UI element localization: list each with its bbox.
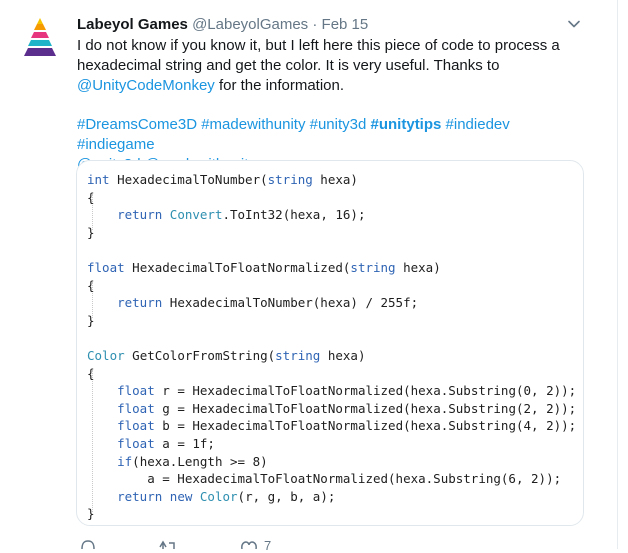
code-token: hexa) <box>312 172 358 187</box>
code-token: string <box>267 172 313 187</box>
hashtag-link[interactable]: #DreamsCome3D <box>77 116 197 133</box>
code-line: float HexadecimalToFloatNormalized(strin… <box>87 260 441 275</box>
code-line: { <box>87 278 95 293</box>
code-line: } <box>87 313 95 328</box>
code-token: float <box>117 383 155 399</box>
code-token: .ToInt32(hexa, 16); <box>222 207 366 223</box>
code-line: return HexadecimalToNumber(hexa) / 255f; <box>87 295 418 310</box>
code-line: { <box>87 366 95 381</box>
code-line: if(hexa.Length >= 8) <box>87 454 268 469</box>
hashtag-link[interactable]: #indiedev <box>446 116 510 133</box>
code-token: a = 1f; <box>154 435 215 451</box>
code-token: (r, g, b, a); <box>237 488 336 504</box>
code-token: r = HexadecimalToFloatNormalized(hexa.Su… <box>154 383 577 399</box>
retweet-icon[interactable] <box>158 538 178 549</box>
tweet-text-part2: for the information. <box>214 77 345 94</box>
header-separator: · <box>312 16 318 33</box>
tweet-date[interactable]: Feb 15 <box>322 16 369 33</box>
code-token: string <box>275 347 321 363</box>
code-line: { <box>87 190 95 205</box>
code-token: } <box>87 506 95 522</box>
author-handle[interactable]: @LabeyolGames <box>192 16 308 33</box>
code-line: } <box>87 225 95 240</box>
hashtag-link[interactable]: #unitytips <box>371 116 442 133</box>
author-name[interactable]: Labeyol Games <box>77 16 188 33</box>
code-token: hexa) <box>395 259 441 275</box>
code-line: } <box>87 506 95 521</box>
code-line: return new Color(r, g, b, a); <box>87 489 335 504</box>
code-line: float r = HexadecimalToFloatNormalized(h… <box>87 383 576 398</box>
mention-link[interactable]: @UnityCodeMonkey <box>77 77 215 94</box>
code-token: float <box>117 400 155 416</box>
code-token: Color <box>87 347 125 363</box>
tweet-header: Labeyol Games @LabeyolGames · Feb 15 <box>77 16 368 33</box>
code-token: float <box>87 259 125 275</box>
code-block: int HexadecimalToNumber(string hexa) { r… <box>87 171 576 523</box>
code-token: float <box>117 418 155 434</box>
code-line: a = HexadecimalToFloatNormalized(hexa.Su… <box>87 471 561 486</box>
tweet-text-part1: I do not know if you know it, but I left… <box>77 37 560 74</box>
code-token: return <box>117 207 163 223</box>
code-line: Color GetColorFromString(string hexa) <box>87 348 365 363</box>
code-token: { <box>87 277 95 293</box>
chevron-down-icon[interactable] <box>566 16 582 32</box>
code-token: (hexa.Length >= 8) <box>132 453 268 469</box>
hashtag-link[interactable]: #madewithunity <box>201 116 305 133</box>
code-line: float g = HexadecimalToFloatNormalized(h… <box>87 401 576 416</box>
code-token: int <box>87 172 110 187</box>
code-token: b = HexadecimalToFloatNormalized(hexa.Su… <box>154 418 577 434</box>
code-token: HexadecimalToNumber(hexa) / 255f; <box>162 295 419 311</box>
code-token: return <box>117 488 163 504</box>
code-token: if <box>117 453 133 469</box>
heart-icon[interactable] <box>240 538 258 549</box>
code-token: GetColorFromString( <box>124 347 276 363</box>
code-token: HexadecimalToNumber( <box>109 172 268 187</box>
like-count: 7 <box>264 538 272 553</box>
code-image[interactable]: int HexadecimalToNumber(string hexa) { r… <box>76 160 584 526</box>
code-token: hexa) <box>320 347 366 363</box>
hashtag-link[interactable]: #unity3d <box>310 116 367 133</box>
code-token: return <box>117 295 163 311</box>
code-line: float b = HexadecimalToFloatNormalized(h… <box>87 418 576 433</box>
code-line: float a = 1f; <box>87 436 215 451</box>
code-token: Convert <box>169 207 223 223</box>
tweet-text: I do not know if you know it, but I left… <box>77 36 577 96</box>
code-token: } <box>87 312 95 328</box>
code-token: float <box>117 435 155 451</box>
code-line: int HexadecimalToNumber(string hexa) <box>87 172 358 187</box>
reply-icon[interactable] <box>80 538 96 549</box>
pyramid-logo-icon[interactable] <box>18 16 62 60</box>
hashtag-line: #DreamsCome3D #madewithunity #unity3d #u… <box>77 115 577 155</box>
code-token: g = HexadecimalToFloatNormalized(hexa.Su… <box>154 400 577 416</box>
code-token: { <box>87 365 95 381</box>
code-token: { <box>87 189 95 205</box>
timeline-border <box>617 0 618 549</box>
code-token: } <box>87 224 95 240</box>
code-token: a = HexadecimalToFloatNormalized(hexa.Su… <box>87 471 562 487</box>
hashtag-link[interactable]: #indiegame <box>77 136 155 153</box>
code-token: new <box>169 488 193 504</box>
code-token: string <box>350 259 396 275</box>
code-token: Color <box>199 488 238 504</box>
tweet-actions: 7 <box>0 538 617 553</box>
code-line: return Convert.ToInt32(hexa, 16); <box>87 207 365 222</box>
code-token: HexadecimalToFloatNormalized( <box>124 259 351 275</box>
